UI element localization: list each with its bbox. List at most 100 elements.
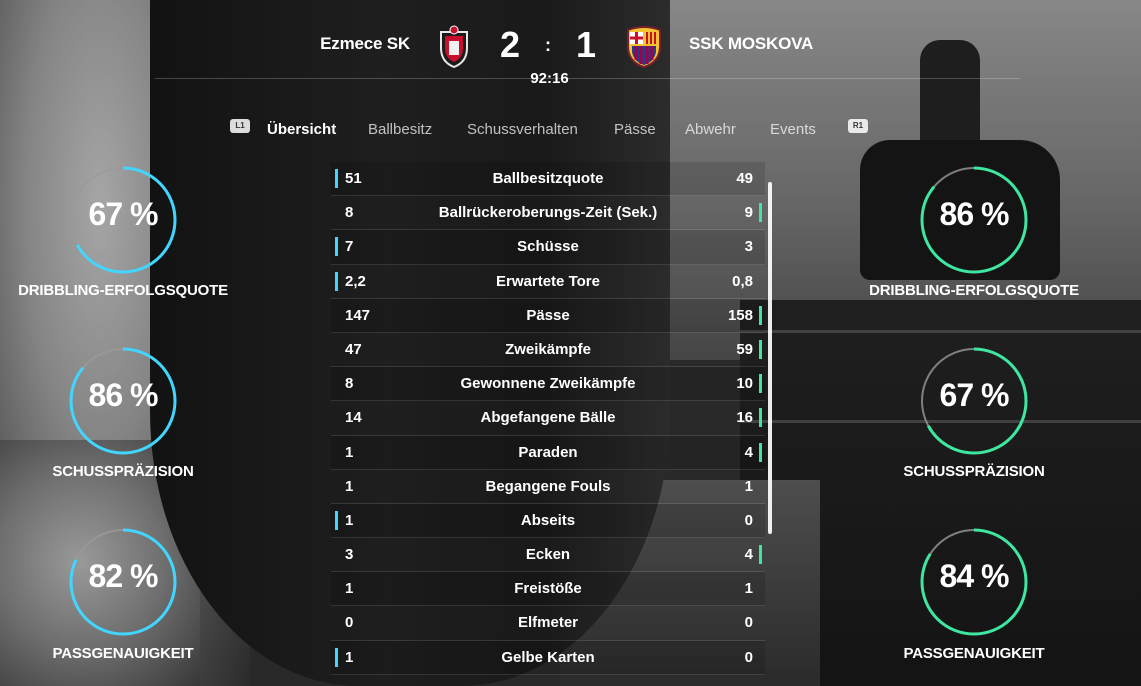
away-leader-indicator (759, 339, 762, 359)
stat-name: Ballrückeroberungs-Zeit (Sek.) (438, 204, 658, 222)
stat-name: Zweikämpfe (505, 340, 591, 358)
away-leader-indicator (759, 305, 762, 325)
home-pass-accuracy-ring: 82 % (63, 522, 183, 642)
stat-row: 1 Begangene Fouls 1 (331, 470, 765, 504)
home-leader-indicator (335, 510, 338, 530)
tab-overview[interactable]: Übersicht (267, 121, 336, 138)
stat-home-value: 14 (345, 409, 362, 427)
ring-label: SCHUSSPRÄZISION (903, 463, 1045, 480)
stat-name: Abgefangene Bälle (480, 409, 616, 427)
tab-passes[interactable]: Pässe (614, 121, 656, 138)
stat-row: 3 Ecken 4 (331, 538, 765, 573)
away-team-name: SSK MOSKOVA (689, 34, 814, 53)
stat-away-value: 9 (744, 204, 753, 222)
stat-row: 2,2 Erwartete Tore 0,8 (331, 265, 765, 299)
stat-row: 7 Schüsse 3 (331, 230, 765, 265)
stat-name: Paraden (518, 443, 578, 461)
stat-name: Freistöße (514, 580, 582, 598)
tab-defence[interactable]: Abwehr (685, 121, 736, 138)
scoreboard: Ezmece SK 2 : 1 SSK MOSKOVA 92:16 (0, 0, 1141, 100)
stat-away-value: 158 (727, 306, 753, 324)
stat-name: Gelbe Karten (501, 648, 595, 666)
stat-row: 1 Freistöße 1 (331, 572, 765, 607)
stats-scrollbar[interactable] (768, 182, 772, 534)
ring-label: PASSGENAUIGKEIT (52, 645, 194, 662)
ring-value: 86 % (939, 196, 1010, 232)
stat-home-value: 1 (345, 443, 354, 461)
stat-name: Gewonnene Zweikämpfe (460, 375, 636, 393)
stat-away-value: 4 (744, 546, 753, 564)
ring-value: 86 % (88, 377, 159, 413)
away-shot-accuracy-ring: 67 % (914, 341, 1034, 461)
home-dribbling-ring: 67 % (63, 160, 183, 280)
home-leader-indicator (335, 271, 338, 291)
home-score: 2 (500, 24, 521, 65)
stat-home-value: 1 (345, 477, 354, 495)
stat-away-value: 3 (744, 238, 753, 256)
stat-row: 1 Abseits 0 (331, 503, 765, 539)
stat-row: 8 Gewonnene Zweikämpfe 10 (331, 367, 765, 402)
stat-row: 14 Abgefangene Bälle 16 (331, 401, 765, 436)
tab-shooting[interactable]: Schussverhalten (467, 121, 578, 138)
ring-value: 67 % (939, 377, 1010, 413)
stat-row: 1 Paraden 4 (331, 435, 765, 470)
stat-name: Erwartete Tore (496, 272, 600, 290)
ring-label: DRIBBLING-ERFOLGSQUOTE (869, 282, 1079, 299)
home-shot-accuracy-ring: 86 % (63, 341, 183, 461)
ring-label: DRIBBLING-ERFOLGSQUOTE (18, 282, 228, 299)
stat-row: 147 Pässe 158 (331, 298, 765, 333)
away-team-crest-icon (624, 24, 662, 69)
stat-away-value: 0 (744, 511, 753, 529)
away-leader-indicator (759, 408, 762, 428)
stat-home-value: 1 (345, 648, 354, 666)
stat-name: Abseits (520, 511, 576, 529)
ring-value: 67 % (88, 196, 159, 232)
ring-label: SCHUSSPRÄZISION (52, 463, 194, 480)
stat-away-value: 4 (744, 443, 753, 461)
stat-away-value: 0 (744, 648, 753, 666)
stat-away-value: 1 (744, 580, 753, 598)
stat-home-value: 51 (345, 170, 362, 187)
tab-events[interactable]: Events (770, 121, 816, 138)
home-leader-indicator (335, 237, 338, 257)
tab-ball-possession[interactable]: Ballbesitz (368, 121, 432, 138)
stat-away-value: 0,8 (732, 272, 753, 290)
stat-home-value: 8 (345, 204, 354, 222)
stat-row: 51 Ballbesitzquote 49 (331, 162, 765, 197)
stat-name: Ecken (525, 546, 571, 564)
stat-home-value: 2,2 (345, 272, 366, 290)
stat-home-value: 0 (345, 614, 354, 632)
stat-home-value: 147 (345, 306, 371, 324)
home-leader-indicator (335, 647, 338, 667)
stat-row: 1 Gelbe Karten 0 (331, 640, 765, 675)
stat-name: Elfmeter (517, 614, 579, 632)
stat-away-value: 49 (736, 170, 753, 187)
away-leader-indicator (759, 545, 762, 565)
home-leader-indicator (335, 169, 338, 188)
ring-value: 84 % (939, 558, 1010, 594)
l1-button-icon[interactable]: L1 (230, 119, 250, 133)
stat-row: 8 Ballrückeroberungs-Zeit (Sek.) 9 (331, 196, 765, 231)
header-divider (155, 78, 1020, 79)
stat-home-value: 8 (345, 375, 354, 393)
stat-away-value: 0 (744, 614, 753, 632)
away-leader-indicator (759, 203, 762, 223)
ring-value: 82 % (88, 558, 159, 594)
stat-row: 0 Elfmeter 0 (331, 606, 765, 641)
away-leader-indicator (759, 374, 762, 394)
stat-home-value: 7 (345, 238, 354, 256)
stat-home-value: 3 (345, 546, 354, 564)
stat-home-value: 1 (345, 580, 354, 598)
r1-button-icon[interactable]: R1 (848, 119, 868, 133)
home-team-name: Ezmece SK (320, 34, 410, 53)
home-team-crest-icon (435, 24, 473, 69)
stat-name: Ballbesitzquote (492, 170, 604, 187)
stat-away-value: 1 (744, 477, 753, 495)
stat-name: Pässe (526, 306, 570, 324)
stat-away-value: 16 (736, 409, 753, 427)
stat-away-value: 59 (736, 340, 753, 358)
away-score: 1 (576, 24, 597, 65)
score-separator: : (545, 35, 551, 55)
stat-name: Begangene Fouls (485, 477, 611, 495)
away-leader-indicator (759, 442, 762, 462)
